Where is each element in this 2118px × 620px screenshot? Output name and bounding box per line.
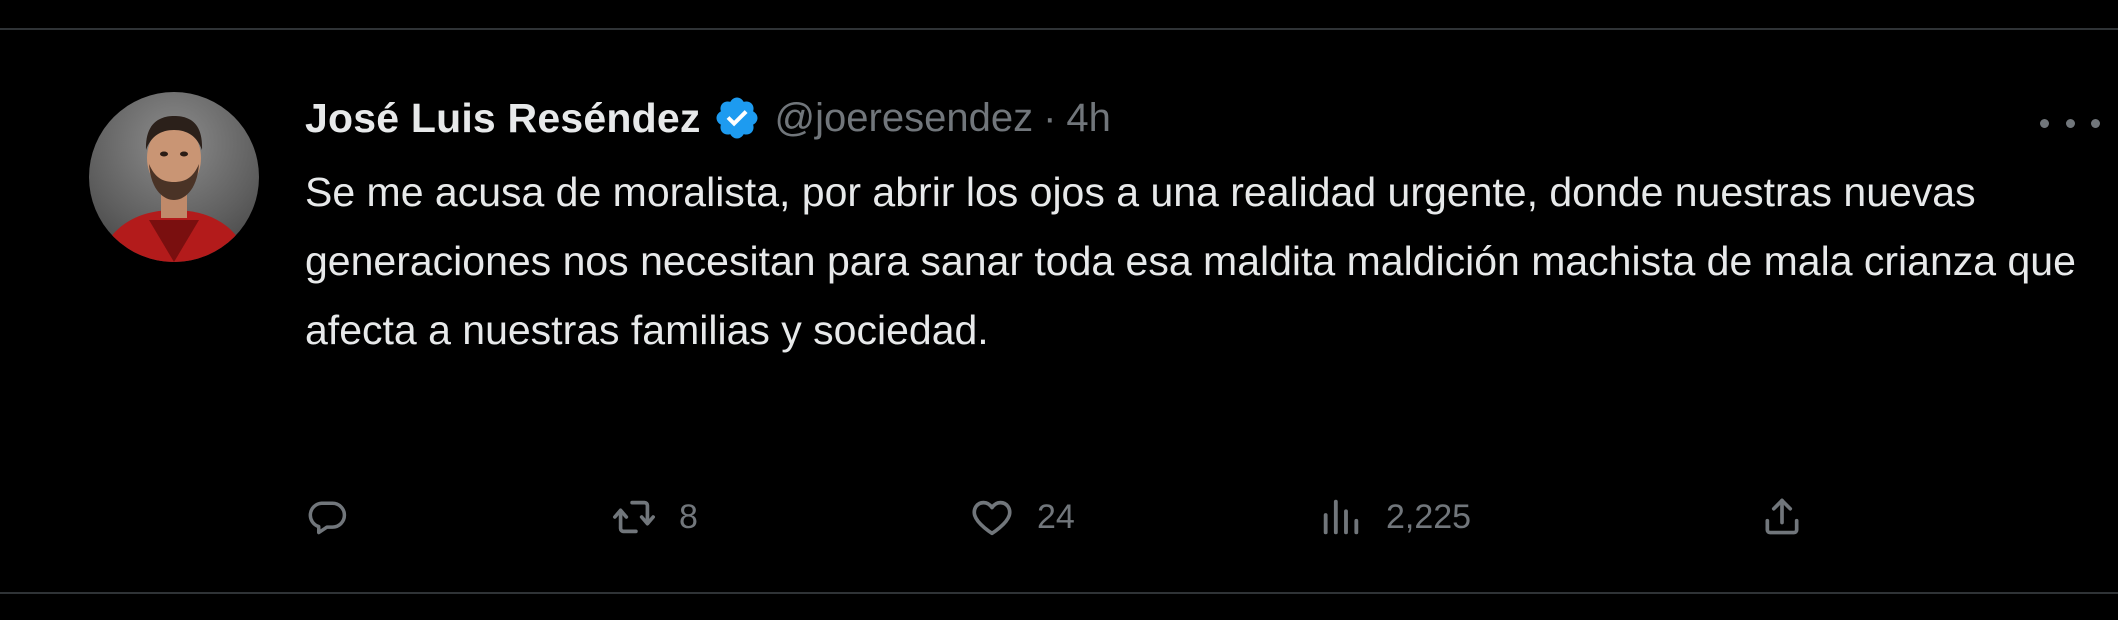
bottom-divider bbox=[0, 592, 2118, 594]
tweet-text: Se me acusa de moralista, por abrir los … bbox=[305, 169, 2076, 353]
tweet[interactable]: José Luis Reséndez @joeresendez · 4h Se … bbox=[0, 30, 2118, 590]
reply-bubble-icon bbox=[305, 495, 349, 539]
like-button[interactable]: 24 bbox=[969, 492, 1075, 542]
reply-button[interactable] bbox=[305, 492, 371, 542]
more-dots-icon[interactable] bbox=[2040, 108, 2100, 138]
share-upload-icon bbox=[1760, 495, 1804, 539]
view-count: 2,225 bbox=[1386, 497, 1472, 536]
views-bar-chart-icon bbox=[1318, 494, 1364, 540]
repost-count: 8 bbox=[679, 497, 698, 536]
views-button[interactable]: 2,225 bbox=[1318, 492, 1471, 542]
share-button[interactable] bbox=[1760, 492, 1804, 542]
timestamp[interactable]: 4h bbox=[1066, 96, 1111, 141]
avatar[interactable] bbox=[89, 92, 259, 262]
tweet-actions: 8 24 2,225 bbox=[305, 492, 2085, 542]
repost-button[interactable]: 8 bbox=[611, 492, 698, 542]
tweet-header: José Luis Reséndez @joeresendez · 4h bbox=[305, 86, 1111, 150]
author-name[interactable]: José Luis Reséndez bbox=[305, 95, 701, 142]
verified-badge-icon[interactable] bbox=[713, 94, 761, 142]
repost-icon bbox=[611, 494, 657, 540]
like-count: 24 bbox=[1037, 497, 1075, 536]
heart-icon bbox=[969, 494, 1015, 540]
author-handle[interactable]: @joeresendez bbox=[775, 96, 1034, 141]
separator-dot: · bbox=[1043, 95, 1057, 140]
